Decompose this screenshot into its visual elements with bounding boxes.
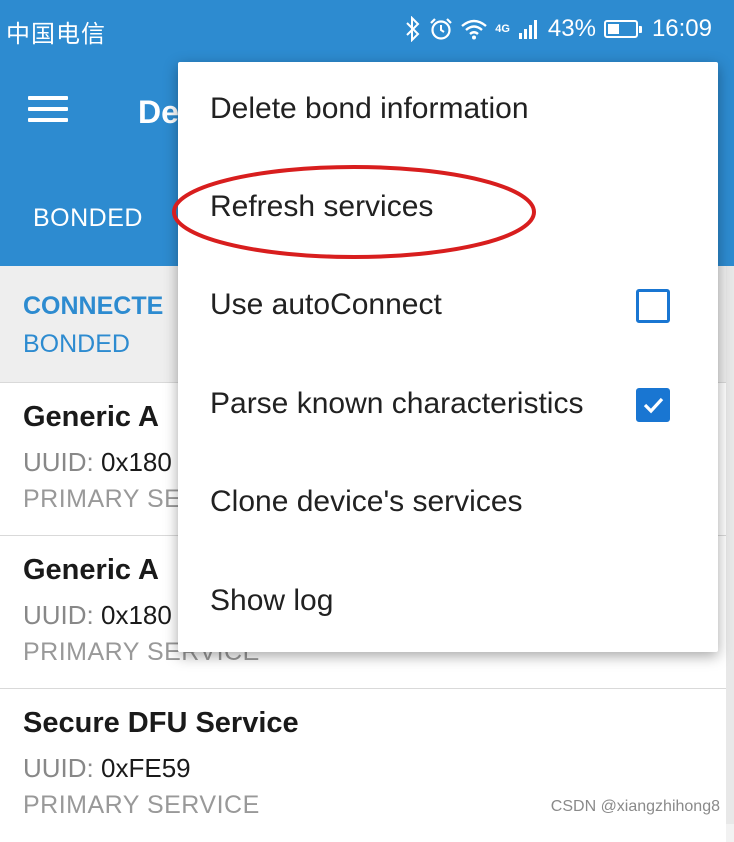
network-type: 4G	[495, 22, 510, 35]
status-icons: 4G 43% 16:09	[405, 12, 712, 46]
bond-state: BONDED	[23, 330, 130, 358]
menu-item-show-log[interactable]: Show log	[178, 554, 718, 652]
battery-icon	[603, 20, 642, 38]
menu-item-parse-characteristics[interactable]: Parse known characteristics	[178, 357, 718, 455]
service-name: Generic A	[23, 554, 159, 586]
tab-bonded[interactable]: BONDED	[33, 204, 143, 233]
menu-item-label: Clone device's services	[210, 485, 523, 518]
autoconnect-checkbox[interactable]	[636, 289, 670, 323]
menu-item-label: Delete bond information	[210, 92, 529, 125]
parse-characteristics-checkbox[interactable]	[636, 388, 670, 422]
service-name: Generic A	[23, 401, 159, 433]
status-bar: 中国电信 4G 43% 16:09	[0, 0, 734, 56]
service-uuid: UUID: 0x180	[23, 600, 172, 630]
menu-item-label: Use autoConnect	[210, 288, 442, 321]
menu-item-label: Parse known characteristics	[210, 387, 584, 420]
service-type: PRIMARY SE	[23, 485, 182, 513]
service-type: PRIMARY SERVICE	[23, 791, 260, 819]
service-uuid: UUID: 0x180	[23, 447, 172, 477]
bluetooth-icon	[405, 16, 421, 42]
alarm-icon	[429, 17, 453, 41]
watermark: CSDN @xiangzhihong8	[550, 798, 720, 815]
service-uuid: UUID: 0xFE59	[23, 753, 191, 783]
overflow-menu: Delete bond information Refresh services…	[178, 62, 718, 652]
check-icon	[643, 397, 664, 414]
screen-edge	[726, 266, 734, 824]
page-title: De	[138, 94, 179, 130]
menu-item-refresh-services[interactable]: Refresh services	[178, 160, 718, 258]
list-item[interactable]: Secure DFU Service UUID: 0xFE59 PRIMARY …	[0, 688, 726, 842]
menu-item-use-autoconnect[interactable]: Use autoConnect	[178, 258, 718, 356]
wifi-icon	[461, 18, 487, 40]
battery-percent: 43%	[547, 15, 596, 42]
carrier-name: 中国电信	[6, 20, 106, 48]
battery-fill	[607, 24, 619, 34]
service-name: Secure DFU Service	[23, 707, 299, 739]
menu-icon[interactable]	[28, 96, 68, 126]
menu-item-delete-bond[interactable]: Delete bond information	[178, 62, 718, 160]
menu-item-clone-services[interactable]: Clone device's services	[178, 455, 718, 553]
menu-item-label: Refresh services	[210, 190, 434, 223]
signal-icon	[518, 18, 540, 40]
menu-item-label: Show log	[210, 584, 334, 617]
connection-state: CONNECTE	[23, 292, 164, 320]
clock: 16:09	[651, 15, 712, 42]
